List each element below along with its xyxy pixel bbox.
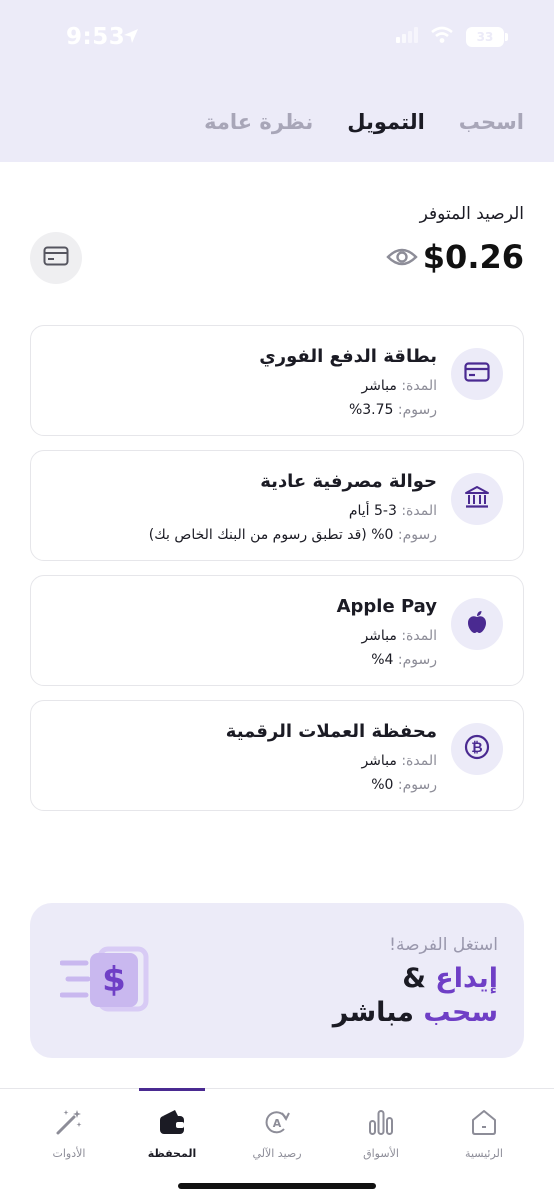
nav-home[interactable]: الرئيسية [434, 1107, 534, 1160]
fee-value: 0% (قد تطبق رسوم من البنك الخاص بك) [148, 527, 394, 543]
method-icon-circle [451, 348, 503, 400]
tab-overview[interactable]: نظرة عامة [204, 110, 313, 134]
wifi-icon [430, 26, 454, 48]
funding-tabs: نظرة عامة التمويل اسحب [204, 110, 524, 134]
fee-label: رسوم: [397, 402, 437, 418]
duration-label: المدة: [401, 753, 437, 769]
method-title: محفظة العملات الرقمية [225, 721, 437, 742]
battery-icon: 33 [466, 27, 508, 47]
nav-label: رصيد الآلي [252, 1147, 302, 1160]
method-apple-pay[interactable]: Apple Pay المدة: مباشر رسوم: 4% [30, 575, 524, 686]
svg-text:$: $ [102, 960, 126, 1000]
available-balance-label: الرصيد المتوفر [419, 204, 524, 224]
signal-icon [396, 27, 418, 47]
svg-text:A: A [273, 1117, 282, 1130]
method-title: بطاقة الدفع الفوري [259, 346, 437, 367]
method-icon-circle [451, 598, 503, 650]
method-crypto-wallet[interactable]: ₿ محفظة العملات الرقمية المدة: مباشر رسو… [30, 700, 524, 811]
card-icon [464, 362, 490, 386]
wallet-icon [122, 1107, 222, 1141]
method-fee: رسوم: 0% (قد تطبق رسوم من البنك الخاص بك… [149, 527, 437, 543]
method-fee: رسوم: 3.75% [349, 402, 437, 418]
header: 9:53 33 نظرة عامة التمويل اسحب [0, 0, 554, 162]
nav-auto-balance[interactable]: A رصيد الآلي [227, 1107, 327, 1160]
promo-banner[interactable]: استغل الفرصة! إيداع & سحب مباشر $ [30, 903, 524, 1058]
nav-tools[interactable]: الأدوات [19, 1107, 119, 1160]
promo-headline-1: إيداع & [402, 963, 498, 994]
card-button[interactable] [30, 232, 82, 284]
credit-card-icon [43, 246, 69, 270]
method-bank-transfer[interactable]: حوالة مصرفية عادية المدة: 3-5 أيام رسوم:… [30, 450, 524, 561]
home-icon [434, 1107, 534, 1141]
apple-icon [466, 610, 488, 638]
promo-instant-word: مباشر [332, 997, 424, 1028]
promo-headline-2: سحب مباشر [333, 997, 498, 1028]
eye-icon[interactable] [386, 244, 418, 274]
method-duration: المدة: مباشر [361, 628, 437, 644]
fee-label: رسوم: [397, 777, 437, 793]
method-fee: رسوم: 4% [371, 652, 437, 668]
method-duration: المدة: 3-5 أيام [349, 503, 437, 519]
duration-value: 3-5 أيام [348, 503, 397, 519]
fast-money-icon: $ [59, 943, 152, 1019]
bank-icon [464, 485, 490, 513]
fee-value: 3.75% [348, 402, 394, 418]
promo-ampersand: & [402, 963, 436, 994]
fee-label: رسوم: [397, 527, 437, 543]
nav-label: المحفظة [147, 1147, 197, 1160]
tab-withdraw[interactable]: اسحب [459, 110, 524, 134]
duration-value: مباشر [361, 378, 397, 394]
duration-label: المدة: [401, 378, 437, 394]
nav-markets[interactable]: الأسواق [331, 1107, 431, 1160]
method-title: Apple Pay [336, 596, 437, 617]
nav-label: الأدوات [52, 1147, 86, 1160]
method-instant-card[interactable]: بطاقة الدفع الفوري المدة: مباشر رسوم: 3.… [30, 325, 524, 436]
fee-value: 4% [371, 652, 394, 668]
method-duration: المدة: مباشر [361, 378, 437, 394]
svg-text:₿: ₿ [471, 740, 482, 756]
duration-label: المدة: [401, 628, 437, 644]
nav-label: الرئيسية [465, 1147, 503, 1160]
promo-withdraw-word: سحب [423, 997, 498, 1028]
markets-icon [331, 1107, 431, 1141]
method-title: حوالة مصرفية عادية [260, 471, 437, 492]
active-tab-indicator [139, 1088, 205, 1091]
method-icon-circle [451, 473, 503, 525]
auto-balance-icon: A [227, 1107, 327, 1141]
status-time: 9:53 [66, 24, 126, 50]
fee-value: 0% [371, 777, 394, 793]
bitcoin-icon: ₿ [464, 734, 490, 764]
duration-value: مباشر [361, 753, 397, 769]
promo-subtitle: استغل الفرصة! [389, 935, 498, 955]
tools-icon [19, 1107, 119, 1141]
location-arrow-icon [122, 27, 140, 49]
method-duration: المدة: مباشر [361, 753, 437, 769]
home-indicator[interactable] [178, 1183, 376, 1189]
tab-funding[interactable]: التمويل [347, 110, 425, 134]
duration-value: مباشر [361, 628, 397, 644]
nav-label: الأسواق [363, 1147, 399, 1160]
duration-label: المدة: [401, 503, 437, 519]
promo-deposit-word: إيداع [435, 963, 498, 994]
method-fee: رسوم: 0% [371, 777, 437, 793]
status-icons: 33 [396, 26, 508, 48]
nav-wallet[interactable]: المحفظة [122, 1107, 222, 1160]
method-icon-circle: ₿ [451, 723, 503, 775]
balance-amount: $0.26 [422, 238, 524, 276]
fee-label: رسوم: [397, 652, 437, 668]
